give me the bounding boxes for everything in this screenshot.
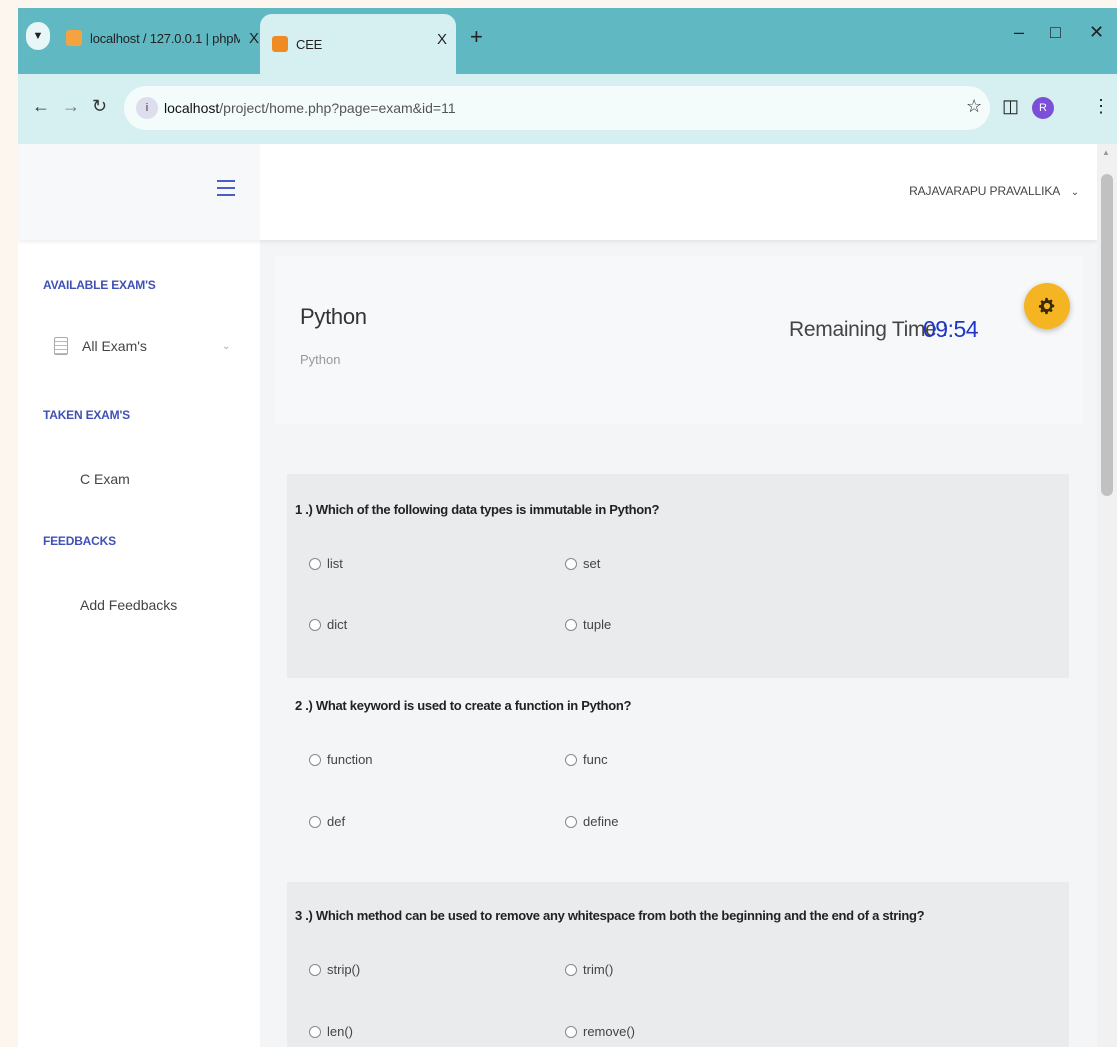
window-close-icon[interactable]: ✕	[1089, 22, 1104, 43]
radio-icon[interactable]	[309, 815, 321, 828]
tab-cee[interactable]: CEE X	[260, 14, 456, 74]
sidebar: AVAILABLE EXAM'S All Exam's ⌄ TAKEN EXAM…	[18, 240, 260, 1047]
cee-favicon-icon	[272, 36, 288, 52]
radio-icon[interactable]	[565, 753, 577, 766]
radio-icon[interactable]	[309, 557, 321, 570]
option-label: define	[583, 814, 619, 829]
top-navbar: RAJAVARAPU PRAVALLIKA ⌄	[18, 144, 1097, 240]
option-radio[interactable]: def	[309, 814, 345, 829]
new-tab-icon[interactable]: +	[470, 24, 483, 50]
tab-title: CEE	[296, 36, 323, 52]
option-label: trim()	[583, 962, 614, 977]
radio-icon[interactable]	[565, 963, 577, 976]
url-host: localhost	[164, 100, 220, 116]
exam-header-card: Python Python Remaining Time : 09:54	[274, 256, 1082, 424]
gear-icon	[1038, 297, 1055, 315]
option-radio[interactable]: define	[565, 814, 618, 829]
option-label: dict	[327, 617, 348, 632]
question-text: 1 .) Which of the following data types i…	[295, 502, 660, 517]
settings-button[interactable]	[1024, 283, 1070, 329]
option-label: func	[583, 752, 608, 767]
tab-phpmyadmin[interactable]: localhost / 127.0.0.1 | phpMyAd X	[54, 14, 268, 62]
radio-icon[interactable]	[565, 815, 577, 828]
profile-avatar[interactable]: R	[1032, 97, 1054, 119]
scrollbar-thumb[interactable]	[1101, 174, 1113, 496]
question-text: 3 .) Which method can be used to remove …	[295, 908, 925, 923]
reload-icon[interactable]: ↻	[92, 96, 107, 117]
sidebar-item-label: Add Feedbacks	[80, 597, 178, 613]
option-radio[interactable]: remove()	[565, 1024, 635, 1039]
hamburger-icon[interactable]	[217, 180, 235, 196]
radio-icon[interactable]	[565, 618, 577, 631]
minimize-icon[interactable]: –	[1014, 22, 1024, 43]
option-radio[interactable]: tuple	[565, 617, 611, 632]
extensions-icon[interactable]: ◫	[1002, 96, 1019, 117]
option-label: def	[327, 814, 346, 829]
back-icon[interactable]: ←	[32, 96, 50, 117]
site-info-icon[interactable]: i	[136, 97, 158, 119]
exam-subtitle: Python	[300, 352, 341, 367]
sidebar-item-c-exam[interactable]: C Exam	[80, 471, 130, 487]
option-label: tuple	[583, 617, 612, 632]
option-label: list	[327, 556, 343, 571]
exam-title: Python	[300, 304, 367, 329]
question-text: 2 .) What keyword is used to create a fu…	[295, 698, 632, 713]
option-label: remove()	[583, 1024, 636, 1039]
option-radio[interactable]: func	[565, 752, 608, 767]
question-card: 2 .) What keyword is used to create a fu…	[287, 678, 1069, 860]
radio-icon[interactable]	[309, 753, 321, 766]
scroll-up-icon[interactable]: ▲	[1102, 148, 1110, 157]
restore-icon[interactable]: □	[1050, 22, 1061, 43]
user-name: RAJAVARAPU PRAVALLIKA	[909, 184, 1060, 198]
option-radio[interactable]: set	[565, 556, 600, 571]
browser-menu-icon[interactable]: ⋮	[1092, 96, 1110, 117]
option-label: strip()	[327, 962, 361, 977]
chevron-down-icon[interactable]: ⌄	[222, 341, 230, 352]
option-radio[interactable]: dict	[309, 617, 347, 632]
question-card: 1 .) Which of the following data types i…	[287, 474, 1069, 678]
radio-icon[interactable]	[309, 618, 321, 631]
url-path: /project/home.php?page=exam&id=11	[219, 100, 456, 116]
option-label: len()	[327, 1024, 354, 1039]
chevron-down-icon: ⌄	[1070, 187, 1079, 198]
sidebar-item-label: C Exam	[80, 471, 130, 487]
option-label: set	[583, 556, 601, 571]
option-radio[interactable]: trim()	[565, 962, 613, 977]
tab-title: localhost / 127.0.0.1 | phpMyAd	[90, 30, 240, 46]
timer-value: 09:54	[923, 316, 979, 342]
radio-icon[interactable]	[565, 1025, 577, 1038]
question-card: 3 .) Which method can be used to remove …	[287, 882, 1069, 1047]
sidebar-heading-available: AVAILABLE EXAM'S	[43, 278, 156, 292]
sidebar-item-all-exams[interactable]: All Exam's	[54, 337, 147, 355]
option-radio[interactable]: len()	[309, 1024, 353, 1039]
sidebar-heading-feedbacks: FEEDBACKS	[43, 534, 116, 548]
tab-strip: ▼ localhost / 127.0.0.1 | phpMyAd X CEE …	[18, 8, 1117, 74]
option-radio[interactable]: strip()	[309, 962, 360, 977]
user-menu[interactable]: RAJAVARAPU PRAVALLIKA ⌄	[909, 184, 1079, 198]
browser-window: ▼ localhost / 127.0.0.1 | phpMyAd X CEE …	[18, 8, 1117, 1047]
browser-toolbar: ← → ↻ i localhost/project/home.php?page=…	[18, 74, 1117, 144]
bookmark-star-icon[interactable]: ☆	[966, 96, 982, 117]
option-radio[interactable]: list	[309, 556, 343, 571]
address-bar[interactable]: i localhost/project/home.php?page=exam&i…	[124, 86, 990, 130]
phpmyadmin-favicon-icon	[66, 30, 82, 46]
document-icon	[54, 337, 68, 355]
radio-icon[interactable]	[309, 1025, 321, 1038]
sidebar-item-add-feedbacks[interactable]: Add Feedbacks	[80, 597, 177, 613]
sidebar-heading-taken: TAKEN EXAM'S	[43, 408, 130, 422]
radio-icon[interactable]	[309, 963, 321, 976]
option-label: function	[327, 752, 373, 767]
sidebar-item-label: All Exam's	[82, 338, 147, 354]
web-page: RAJAVARAPU PRAVALLIKA ⌄ AVAILABLE EXAM'S…	[18, 144, 1097, 1047]
option-radio[interactable]: function	[309, 752, 373, 767]
tab-search-chevron-icon[interactable]: ▼	[26, 22, 50, 50]
radio-icon[interactable]	[565, 557, 577, 570]
forward-icon[interactable]: →	[62, 96, 80, 117]
tab-close-icon[interactable]: X	[428, 31, 456, 48]
